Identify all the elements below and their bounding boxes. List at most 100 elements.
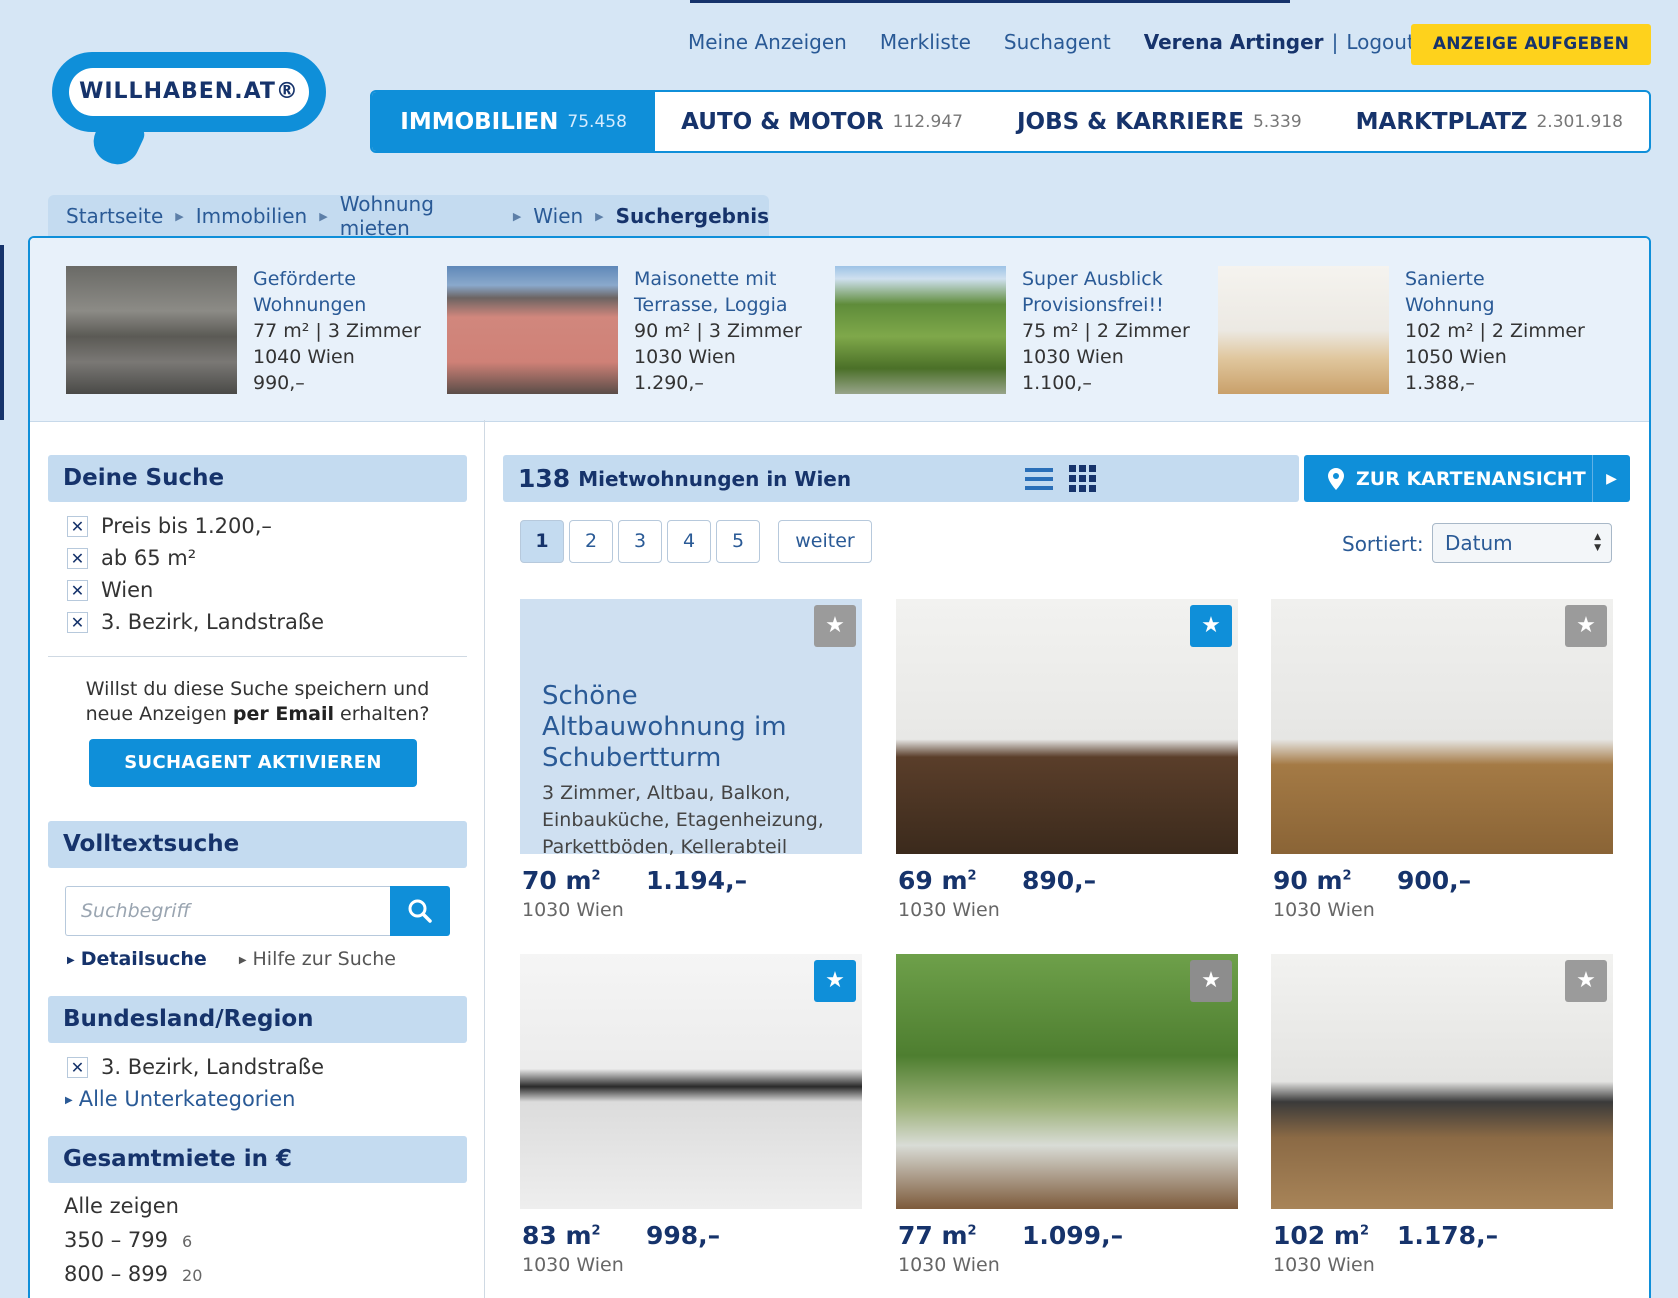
region-filter-chip[interactable]: ✕ 3. Bezirk, Landstraße bbox=[67, 1051, 467, 1083]
star-icon[interactable]: ★ bbox=[1190, 960, 1232, 1002]
detailsuche-link[interactable]: ▶ Detailsuche bbox=[67, 948, 207, 970]
listing-card[interactable]: ★ 102 m2 1.178,– 1030 Wien bbox=[1271, 954, 1613, 1276]
price-range-option[interactable]: 350 – 799 6 bbox=[64, 1223, 467, 1257]
featured-item[interactable]: Super Ausblick Provisionsfrei!! 75 m² | … bbox=[835, 266, 1190, 396]
suchagent-link[interactable]: Suchagent bbox=[1004, 30, 1111, 54]
search-input[interactable] bbox=[65, 886, 390, 936]
star-icon[interactable]: ★ bbox=[814, 960, 856, 1002]
anzeige-aufgeben-button[interactable]: ANZEIGE AUFGEBEN bbox=[1411, 24, 1651, 65]
save-text-line: Willst du diese Suche speichern und bbox=[85, 678, 430, 700]
page-3-button[interactable]: 3 bbox=[618, 520, 662, 563]
alle-unterkategorien-link[interactable]: ▶ Alle Unterkategorien bbox=[65, 1087, 467, 1111]
price-range-label: 800 – 899 bbox=[64, 1262, 169, 1286]
star-icon[interactable]: ★ bbox=[1190, 605, 1232, 647]
grid-view-icon[interactable] bbox=[1069, 465, 1097, 493]
featured-size: 77 m² | 3 Zimmer bbox=[253, 320, 421, 342]
listing-photo[interactable]: ★ bbox=[896, 599, 1238, 854]
meine-anzeigen-link[interactable]: Meine Anzeigen bbox=[688, 30, 847, 54]
listing-price: 900,– bbox=[1397, 866, 1472, 895]
results-label: Mietwohnungen in Wien bbox=[578, 466, 852, 491]
page-2-button[interactable]: 2 bbox=[569, 520, 613, 563]
listing-price: 998,– bbox=[646, 1221, 721, 1250]
tab-marktplatz[interactable]: MARKTPLATZ 2.301.918 bbox=[1328, 92, 1649, 151]
star-icon[interactable]: ★ bbox=[1565, 605, 1607, 647]
listing-card[interactable]: ★ Schöne Altbauwohnung im Schubertturm 3… bbox=[520, 599, 862, 921]
area-value: 77 m bbox=[898, 1221, 968, 1250]
search-button[interactable] bbox=[390, 886, 450, 936]
listing-photo[interactable]: ★ bbox=[1271, 954, 1613, 1209]
listing-price: 1.194,– bbox=[646, 866, 748, 895]
link-separator: | bbox=[1331, 30, 1339, 54]
listing-card[interactable]: ★ 90 m2 900,– 1030 Wien bbox=[1271, 599, 1613, 921]
remove-filter-icon[interactable]: ✕ bbox=[67, 611, 88, 633]
star-icon[interactable]: ★ bbox=[814, 605, 856, 647]
remove-filter-icon[interactable]: ✕ bbox=[67, 579, 88, 601]
remove-filter-icon[interactable]: ✕ bbox=[67, 515, 88, 537]
area-unit-sup: 2 bbox=[967, 868, 977, 884]
tab-jobs-karriere[interactable]: JOBS & KARRIERE 5.339 bbox=[989, 92, 1328, 151]
filter-chip[interactable]: ✕ ab 65 m² bbox=[67, 542, 467, 574]
list-view-icon[interactable] bbox=[1025, 467, 1053, 491]
featured-district: 1040 Wien bbox=[253, 346, 355, 368]
tab-immobilien[interactable]: IMMOBILIEN 75.458 bbox=[372, 92, 656, 151]
sidebar: Deine Suche ✕ Preis bis 1.200,– ✕ ab 65 m²… bbox=[48, 455, 467, 1291]
featured-item[interactable]: Sanierte Wohnung 102 m² | 2 Zimmer 1050 … bbox=[1218, 266, 1585, 396]
breadcrumb-startseite[interactable]: Startseite bbox=[66, 204, 163, 228]
tab-label: MARKTPLATZ bbox=[1355, 108, 1528, 135]
featured-price: 1.290,– bbox=[634, 372, 704, 394]
user-name-link[interactable]: Verena Artinger bbox=[1144, 30, 1324, 54]
featured-title-line: Terrasse, Loggia bbox=[634, 294, 788, 316]
remove-filter-icon[interactable]: ✕ bbox=[67, 1056, 88, 1078]
alle-unterkategorien-label: Alle Unterkategorien bbox=[78, 1087, 296, 1111]
logo-bubble: WILLHABEN.AT® bbox=[52, 52, 326, 132]
star-icon[interactable]: ★ bbox=[1565, 960, 1607, 1002]
tab-count: 2.301.918 bbox=[1536, 111, 1623, 132]
breadcrumb-arrow-icon: ▶ bbox=[595, 209, 604, 223]
featured-title-line: Super Ausblick bbox=[1022, 268, 1163, 290]
listing-title[interactable]: Schöne Altbauwohnung im Schubertturm bbox=[542, 681, 840, 774]
listing-photo[interactable]: ★ bbox=[1271, 599, 1613, 854]
suchagent-aktivieren-button[interactable]: SUCHAGENT AKTIVIEREN bbox=[89, 739, 417, 787]
hilfe-zur-suche-link[interactable]: ▶ Hilfe zur Suche bbox=[239, 948, 396, 970]
page-1-button[interactable]: 1 bbox=[520, 520, 564, 563]
featured-title-line: Wohnungen bbox=[253, 294, 367, 316]
willhaben-logo[interactable]: WILLHABEN.AT® bbox=[52, 52, 328, 172]
tab-auto-motor[interactable]: AUTO & MOTOR 112.947 bbox=[655, 92, 989, 151]
listing-card[interactable]: ★ 83 m2 998,– 1030 Wien bbox=[520, 954, 862, 1276]
listing-location: 1030 Wien bbox=[522, 899, 624, 921]
featured-item[interactable]: Maisonette mit Terrasse, Loggia 90 m² | … bbox=[447, 266, 802, 396]
breadcrumb-immobilien[interactable]: Immobilien bbox=[196, 204, 307, 228]
filter-label: 3. Bezirk, Landstraße bbox=[101, 1055, 325, 1079]
price-range-count: 20 bbox=[182, 1266, 203, 1285]
listing-location: 1030 Wien bbox=[898, 899, 1000, 921]
bundesland-region-heading: Bundesland/Region bbox=[48, 996, 467, 1043]
save-search-text: Willst du diese Suche speichern und neue… bbox=[48, 677, 467, 727]
listing-photo[interactable]: ★ bbox=[896, 954, 1238, 1209]
chevron-right-icon: ▶ bbox=[1592, 455, 1630, 502]
featured-item[interactable]: Geförderte Wohnungen 77 m² | 3 Zimmer 10… bbox=[66, 266, 421, 396]
filter-chip[interactable]: ✕ Preis bis 1.200,– bbox=[67, 510, 467, 542]
remove-filter-icon[interactable]: ✕ bbox=[67, 547, 88, 569]
detailsuche-label: Detailsuche bbox=[80, 948, 207, 970]
listing-card[interactable]: ★ 69 m2 890,– 1030 Wien bbox=[896, 599, 1238, 921]
page-4-button[interactable]: 4 bbox=[667, 520, 711, 563]
area-value: 70 m bbox=[522, 866, 592, 895]
sort-select[interactable]: Datum ▲ ▼ bbox=[1432, 523, 1612, 563]
merkliste-link[interactable]: Merkliste bbox=[880, 30, 971, 54]
breadcrumb-wien[interactable]: Wien bbox=[533, 204, 583, 228]
logout-link[interactable]: Logout bbox=[1346, 30, 1414, 54]
listing-photo[interactable]: ★ bbox=[520, 954, 862, 1209]
price-range-option[interactable]: Alle zeigen bbox=[64, 1189, 467, 1223]
breadcrumb: Startseite ▶ Immobilien ▶ Wohnung mieten… bbox=[48, 192, 769, 240]
listing-price: 1.099,– bbox=[1022, 1221, 1124, 1250]
listing-card[interactable]: ★ 77 m2 1.099,– 1030 Wien bbox=[896, 954, 1238, 1276]
filter-chip[interactable]: ✕ Wien bbox=[67, 574, 467, 606]
featured-district: 1030 Wien bbox=[1022, 346, 1124, 368]
price-range-option[interactable]: 800 – 899 20 bbox=[64, 1257, 467, 1291]
breadcrumb-wohnung-mieten[interactable]: Wohnung mieten bbox=[340, 192, 501, 240]
weiter-button[interactable]: weiter bbox=[778, 520, 872, 563]
listing-price: 890,– bbox=[1022, 866, 1097, 895]
page-5-button[interactable]: 5 bbox=[716, 520, 760, 563]
kartenansicht-button[interactable]: ZUR KARTENANSICHT ▶ bbox=[1304, 455, 1630, 502]
filter-chip[interactable]: ✕ 3. Bezirk, Landstraße bbox=[67, 606, 467, 638]
